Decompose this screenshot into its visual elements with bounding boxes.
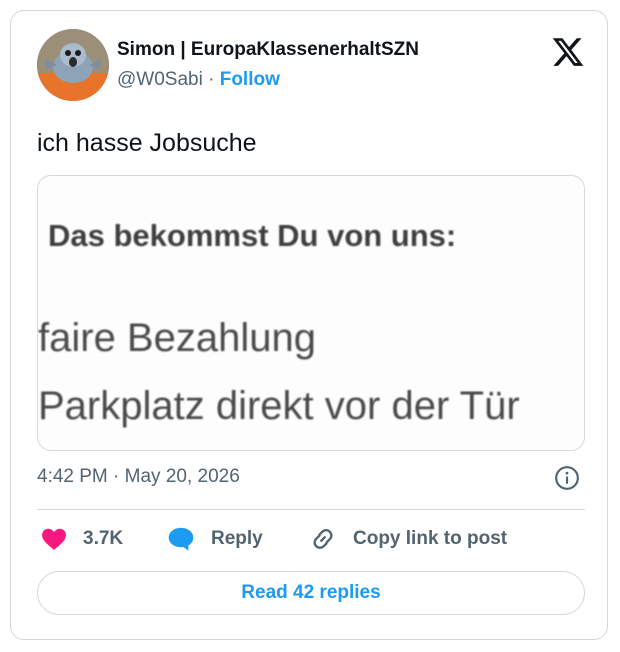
info-icon[interactable] bbox=[554, 465, 580, 491]
copy-link-button[interactable]: Copy link to post bbox=[309, 523, 507, 555]
author-handle[interactable]: @W0Sabi bbox=[117, 69, 203, 90]
like-button[interactable]: 3.7K bbox=[41, 523, 123, 555]
post-actions: 3.7K Reply Copy link to post bbox=[37, 523, 597, 555]
author-handle-row: @W0Sabi · Follow bbox=[117, 69, 280, 91]
actions-divider bbox=[37, 509, 585, 510]
post-image[interactable]: Das bekommst Du von uns: faire Bezahlung… bbox=[37, 175, 585, 451]
heart-icon bbox=[42, 528, 66, 550]
image-line-1: faire Bezahlung bbox=[38, 316, 316, 360]
link-icon bbox=[313, 529, 333, 549]
author-display-name[interactable]: Simon | EuropaKlassenerhaltSZN bbox=[117, 39, 419, 61]
speech-bubble-icon bbox=[168, 527, 194, 551]
post-text: ich hasse Jobsuche bbox=[37, 129, 257, 157]
x-logo-icon[interactable] bbox=[551, 35, 585, 69]
follow-link[interactable]: Follow bbox=[220, 69, 280, 90]
author-avatar[interactable] bbox=[37, 29, 109, 101]
image-heading-text: Das bekommst Du von uns: bbox=[48, 218, 457, 253]
avatar-pigeon-icon bbox=[37, 29, 109, 101]
read-replies-label: Read 42 replies bbox=[241, 582, 381, 603]
embedded-post-card: Simon | EuropaKlassenerhaltSZN @W0Sabi ·… bbox=[10, 10, 608, 640]
read-replies-button[interactable]: Read 42 replies bbox=[37, 571, 585, 615]
image-line-2: Parkplatz direkt vor der Tür bbox=[38, 384, 520, 428]
handle-separator: · bbox=[208, 69, 215, 90]
reply-button[interactable]: Reply bbox=[167, 523, 263, 555]
copy-link-label: Copy link to post bbox=[353, 528, 508, 549]
post-timestamp[interactable]: 4:42 PM · May 20, 2026 bbox=[37, 466, 240, 488]
reply-label: Reply bbox=[211, 528, 263, 549]
like-count: 3.7K bbox=[83, 528, 124, 549]
